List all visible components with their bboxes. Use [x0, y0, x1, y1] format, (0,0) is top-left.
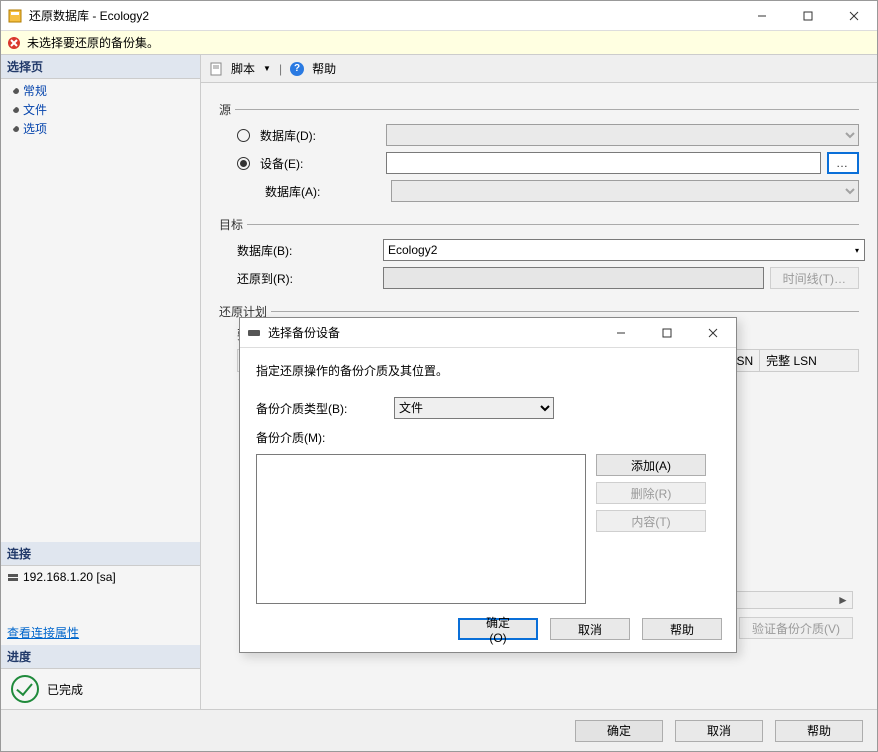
media-type-label: 备份介质类型(B):	[256, 400, 386, 417]
device-icon	[246, 325, 262, 341]
source-group: 源 数据库(D): 设备(E): … 数据库(A):	[219, 101, 859, 208]
device-path-input[interactable]	[386, 152, 821, 174]
connection-value-row: 192.168.1.20 [sa]	[7, 570, 194, 584]
database-icon	[7, 8, 23, 24]
sidebar-item-general[interactable]: 常规	[5, 81, 196, 100]
progress-header: 进度	[1, 645, 200, 669]
help-link[interactable]: 帮助	[312, 60, 336, 77]
modal-titlebar: 选择备份设备	[240, 318, 736, 348]
target-legend: 目标	[219, 216, 247, 233]
main-titlebar: 还原数据库 - Ecology2	[1, 1, 877, 31]
media-label: 备份介质(M):	[256, 427, 386, 446]
source-database-sub-select	[391, 180, 859, 202]
wrench-icon	[7, 104, 19, 116]
modal-close-button[interactable]	[690, 318, 736, 347]
main-footer: 确定 取消 帮助	[1, 709, 877, 751]
modal-maximize-button[interactable]	[644, 318, 690, 347]
ok-button[interactable]: 确定	[575, 720, 663, 742]
server-icon	[7, 571, 19, 583]
sidebar: 选择页 常规 文件 选项 连接 192	[1, 55, 201, 709]
modal-help-button[interactable]: 帮助	[642, 618, 722, 640]
warning-text: 未选择要还原的备份集。	[27, 34, 159, 51]
remove-media-button: 删除(R)	[596, 482, 706, 504]
wrench-icon	[7, 123, 19, 135]
select-page-header: 选择页	[1, 55, 200, 79]
select-backup-device-dialog: 选择备份设备 指定还原操作的备份介质及其位置。 备份介质类型(B): 文件 备份…	[239, 317, 737, 653]
modal-instruction: 指定还原操作的备份介质及其位置。	[256, 362, 720, 379]
backup-media-listbox[interactable]	[256, 454, 586, 604]
maximize-button[interactable]	[785, 1, 831, 30]
wrench-icon	[7, 85, 19, 97]
window-title: 还原数据库 - Ecology2	[29, 7, 739, 24]
progress-status-text: 已完成	[47, 681, 83, 698]
help-button[interactable]: 帮助	[775, 720, 863, 742]
connection-text: 192.168.1.20 [sa]	[23, 570, 116, 584]
help-icon: ?	[290, 62, 304, 76]
contents-button: 内容(T)	[596, 510, 706, 532]
view-connection-properties-link[interactable]: 查看连接属性	[7, 626, 79, 640]
add-media-button[interactable]: 添加(A)	[596, 454, 706, 476]
browse-device-button[interactable]: …	[827, 152, 859, 174]
sidebar-item-options[interactable]: 选项	[5, 119, 196, 138]
device-radio[interactable]	[237, 157, 250, 170]
target-database-input[interactable]	[383, 239, 865, 261]
verify-backup-media-button: 验证备份介质(V)	[739, 617, 853, 639]
progress-row: 已完成	[1, 669, 200, 709]
error-icon	[7, 36, 21, 50]
sidebar-item-label: 选项	[23, 120, 47, 137]
source-db-sub-label: 数据库(A):	[237, 183, 385, 200]
restore-to-input	[383, 267, 764, 289]
media-type-select[interactable]: 文件	[394, 397, 554, 419]
cancel-button[interactable]: 取消	[675, 720, 763, 742]
restore-to-label: 还原到(R):	[237, 270, 377, 287]
sidebar-item-label: 常规	[23, 82, 47, 99]
toolbar: 脚本 ▼ | ? 帮助	[201, 55, 877, 83]
timeline-button: 时间线(T)…	[770, 267, 859, 289]
database-radio-label: 数据库(D):	[260, 127, 380, 144]
modal-footer: 确定(O) 取消 帮助	[240, 612, 736, 646]
scroll-right-icon[interactable]: ►	[836, 593, 850, 607]
close-button[interactable]	[831, 1, 877, 30]
target-group: 目标 数据库(B): ▾ 还原到(R): 时间线(T)…	[219, 216, 859, 295]
source-legend: 源	[219, 101, 235, 118]
source-database-select	[386, 124, 859, 146]
sidebar-item-files[interactable]: 文件	[5, 100, 196, 119]
script-icon	[209, 62, 223, 76]
col-full-lsn: 完整 LSN	[760, 350, 823, 371]
database-radio[interactable]	[237, 129, 250, 142]
script-dropdown[interactable]: 脚本	[231, 60, 255, 77]
modal-ok-button[interactable]: 确定(O)	[458, 618, 538, 640]
target-db-label: 数据库(B):	[237, 242, 377, 259]
warning-strip: 未选择要还原的备份集。	[1, 31, 877, 55]
success-check-icon	[11, 675, 39, 703]
modal-cancel-button[interactable]: 取消	[550, 618, 630, 640]
device-radio-label: 设备(E):	[260, 155, 380, 172]
connection-header: 连接	[1, 542, 200, 566]
modal-minimize-button[interactable]	[598, 318, 644, 347]
minimize-button[interactable]	[739, 1, 785, 30]
sidebar-item-label: 文件	[23, 101, 47, 118]
modal-title: 选择备份设备	[268, 324, 598, 341]
